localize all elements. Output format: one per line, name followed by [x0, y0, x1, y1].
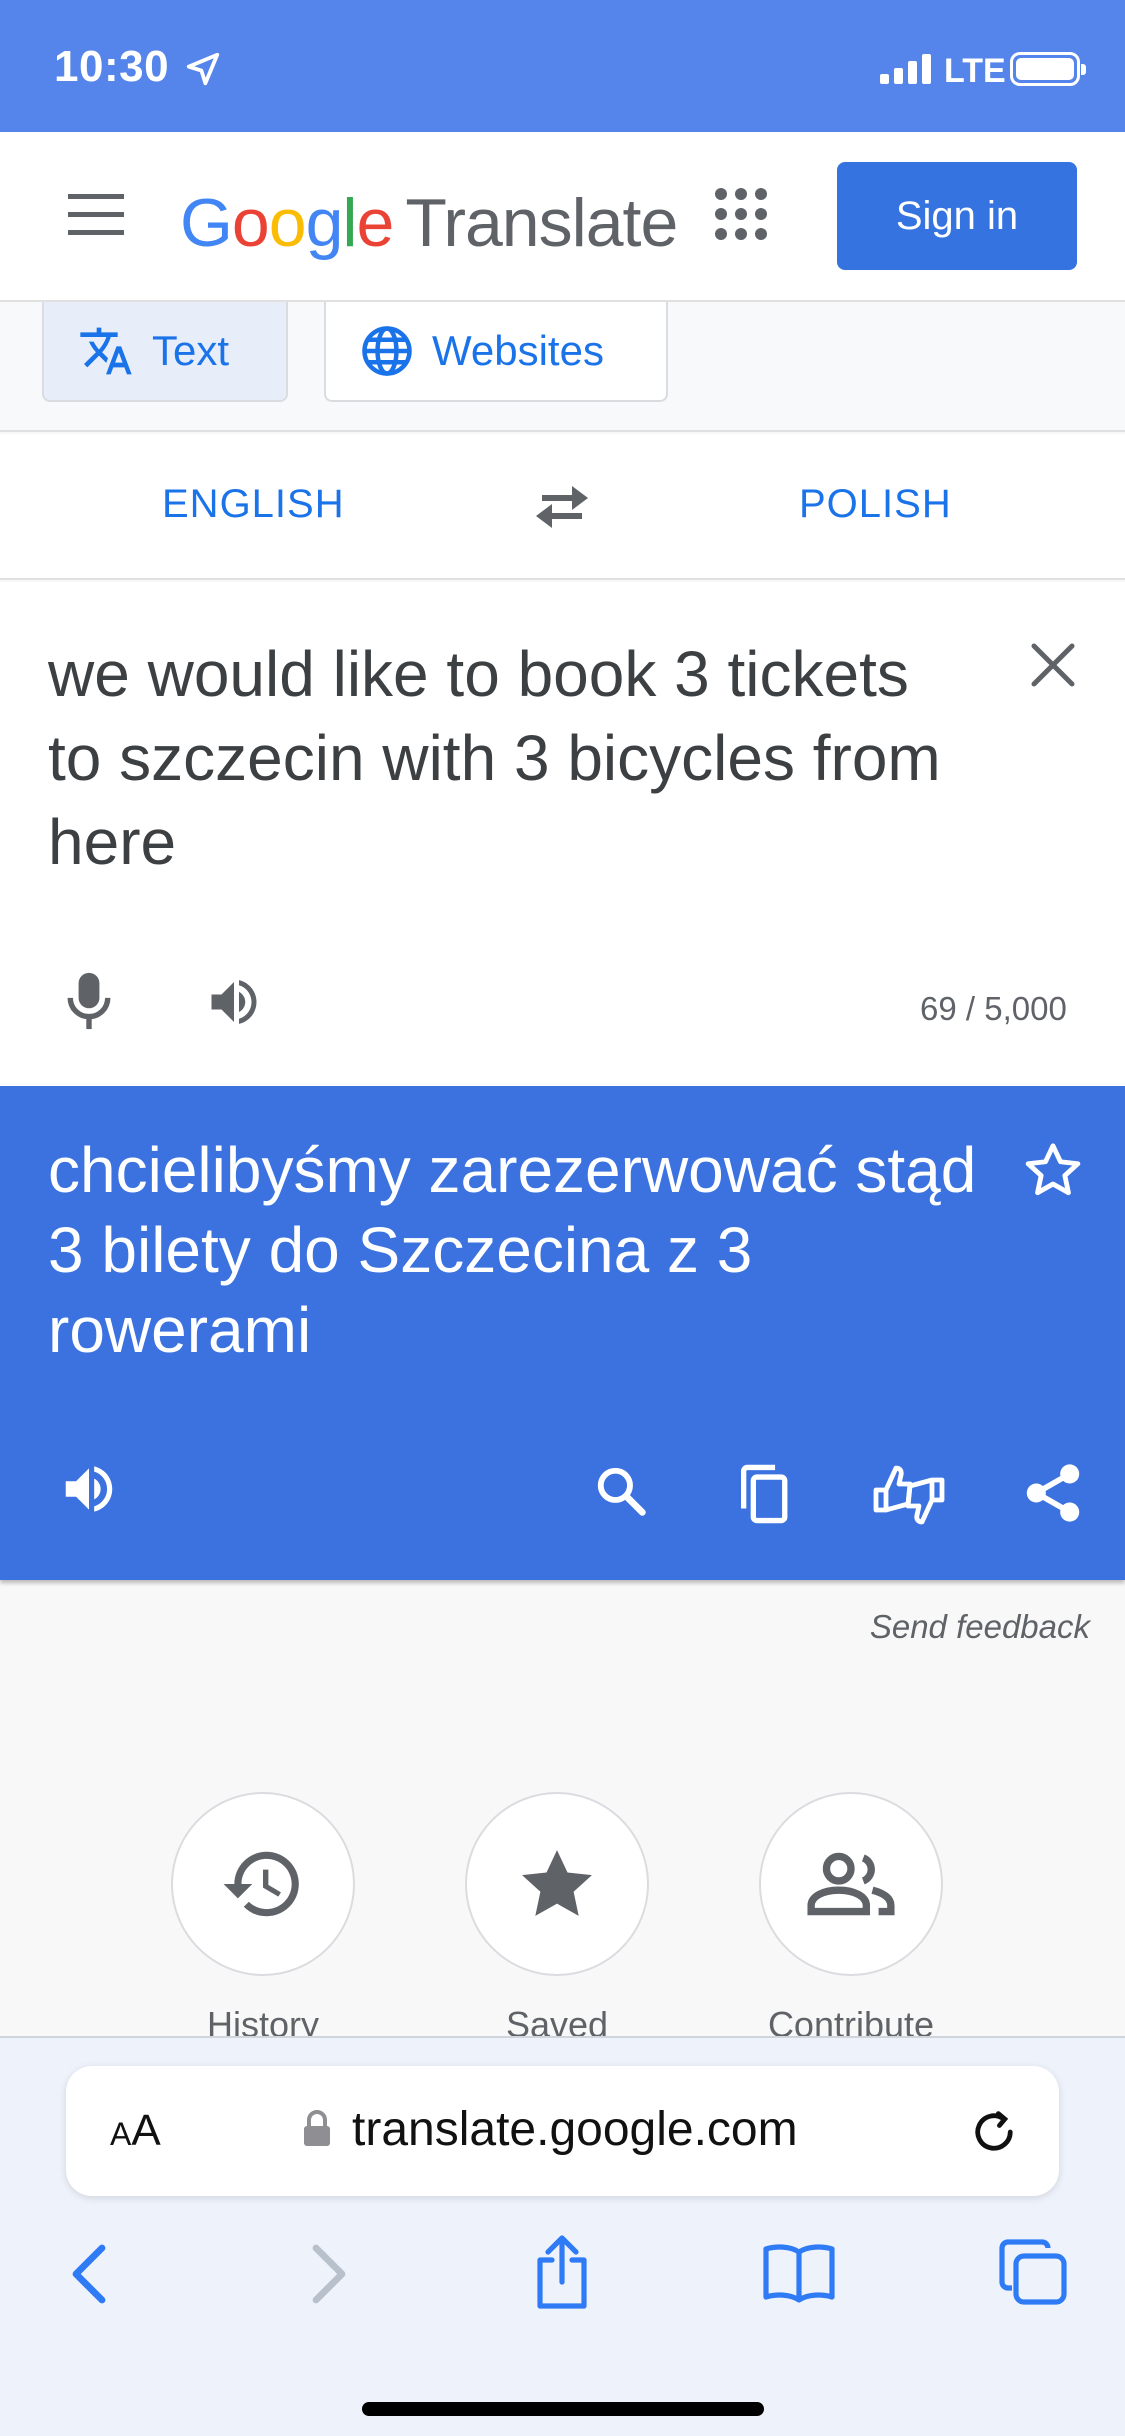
- logo-letter: o: [231, 185, 270, 261]
- tab-websites-label: Websites: [432, 327, 604, 374]
- copy-icon[interactable]: [734, 1462, 792, 1526]
- speaker-icon[interactable]: [204, 972, 264, 1032]
- language-bar: ENGLISH POLISH: [0, 434, 1125, 580]
- translate-icon: [78, 323, 152, 379]
- app-header: Google Translate Sign in: [0, 132, 1125, 302]
- microphone-icon[interactable]: [64, 970, 114, 1034]
- sign-in-button[interactable]: Sign in: [837, 162, 1077, 270]
- logo-letter: l: [342, 185, 357, 261]
- feedback-icon[interactable]: [872, 1462, 946, 1528]
- translation-result-panel: chcielibyśmy zarezerwować stąd 3 bilety …: [0, 1086, 1125, 1580]
- location-arrow-icon: [184, 50, 222, 88]
- search-icon[interactable]: [594, 1464, 648, 1518]
- reload-icon[interactable]: [968, 2106, 1020, 2158]
- lock-icon: [302, 2110, 332, 2148]
- source-language-button[interactable]: ENGLISH: [162, 482, 345, 527]
- battery-icon: [1010, 52, 1086, 86]
- contribute-button[interactable]: [759, 1792, 943, 1976]
- globe-icon: [360, 324, 432, 378]
- address-bar[interactable]: AA translate.google.com: [66, 2066, 1059, 2196]
- speaker-icon[interactable]: [58, 1458, 120, 1520]
- menu-icon[interactable]: [68, 194, 124, 236]
- browser-toolbar: AA translate.google.com: [0, 2036, 1125, 2436]
- apps-grid-icon[interactable]: [715, 188, 767, 240]
- star-outline-icon[interactable]: [1024, 1142, 1082, 1198]
- tab-websites[interactable]: Websites: [324, 302, 668, 402]
- aa-large: A: [131, 2106, 161, 2155]
- logo-translate-word: Translate: [405, 185, 678, 261]
- people-icon: [805, 1849, 897, 1919]
- send-feedback-link[interactable]: Send feedback: [780, 1608, 1090, 1646]
- book-icon[interactable]: [762, 2242, 836, 2304]
- forward-icon[interactable]: [310, 2242, 350, 2306]
- logo-letter: o: [268, 185, 307, 261]
- signal-icon: [880, 54, 934, 84]
- logo-letter: G: [180, 185, 233, 261]
- tab-text-label: Text: [152, 327, 230, 374]
- status-time: 10:30: [54, 42, 170, 91]
- translation-text: chcielibyśmy zarezerwować stąd 3 bilety …: [48, 1134, 977, 1366]
- tab-text[interactable]: Text: [42, 302, 288, 402]
- back-icon[interactable]: [68, 2242, 108, 2306]
- share-icon[interactable]: [1024, 1462, 1082, 1524]
- close-icon[interactable]: [1030, 642, 1076, 688]
- history-icon: [220, 1841, 306, 1927]
- text-size-button[interactable]: AA: [110, 2106, 161, 2156]
- source-text-input[interactable]: we would like to book 3 tickets to szcze…: [48, 632, 968, 884]
- google-translate-logo[interactable]: Google Translate: [180, 184, 678, 262]
- target-language-button[interactable]: POLISH: [799, 482, 952, 527]
- share-box-icon[interactable]: [530, 2232, 594, 2312]
- logo-letter: e: [356, 185, 395, 261]
- swap-languages-icon[interactable]: [532, 482, 592, 532]
- history-button[interactable]: [171, 1792, 355, 1976]
- network-type: LTE: [944, 52, 1006, 90]
- url-text[interactable]: translate.google.com: [352, 2102, 798, 2157]
- character-count: 69 / 5,000: [920, 990, 1067, 1027]
- source-panel: we would like to book 3 tickets to szcze…: [0, 582, 1125, 1086]
- star-icon: [516, 1845, 598, 1923]
- logo-letter: g: [305, 185, 344, 261]
- status-bar: 10:30 LTE: [0, 0, 1125, 132]
- home-indicator: [362, 2402, 764, 2416]
- saved-button[interactable]: [465, 1792, 649, 1976]
- aa-small: A: [110, 2116, 132, 2152]
- mode-tabs: Text Websites: [0, 302, 1125, 432]
- tabs-icon[interactable]: [998, 2238, 1068, 2306]
